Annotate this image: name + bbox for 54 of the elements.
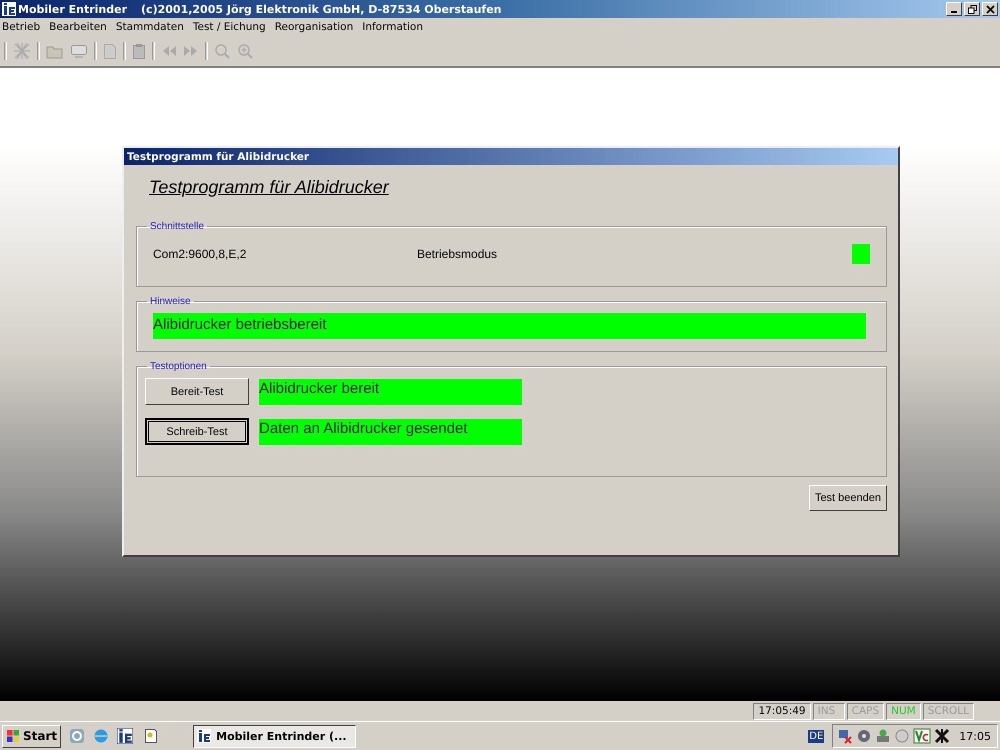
- close-button[interactable]: [982, 2, 998, 16]
- menu-item[interactable]: Information: [362, 21, 424, 33]
- hint-message: Alibidrucker betriebsbereit: [153, 313, 866, 339]
- app-logo-icon: [197, 729, 212, 743]
- restore-button[interactable]: [964, 2, 980, 16]
- disc-icon[interactable]: [856, 728, 872, 744]
- clipboard-icon[interactable]: [132, 42, 146, 60]
- app-logo-icon[interactable]: [117, 728, 134, 744]
- grid-icon[interactable]: [13, 42, 31, 60]
- rewind-icon[interactable]: [161, 44, 177, 58]
- menu-item[interactable]: Betrieb: [2, 21, 40, 33]
- close-icon: [986, 4, 994, 14]
- start-button[interactable]: Start: [2, 724, 62, 748]
- group-legend: Testoptionen: [147, 361, 210, 372]
- dialog-title: Testprogramm für Alibidrucker: [127, 150, 310, 162]
- window-title: Mobiler Entrinder: [18, 2, 128, 16]
- end-test-button[interactable]: Test beenden: [808, 485, 887, 511]
- key-indicator: SCROLL: [922, 702, 974, 720]
- globe-icon[interactable]: [93, 728, 110, 744]
- key-indicator: CAPS: [846, 702, 884, 720]
- vc-icon[interactable]: [913, 728, 932, 744]
- flag-icon: [6, 729, 20, 743]
- screen-icon[interactable]: [70, 43, 88, 59]
- mode-label: Betriebsmodus: [417, 247, 498, 261]
- fast-forward-icon[interactable]: [183, 44, 199, 58]
- test-button[interactable]: Bereit-Test: [145, 378, 249, 405]
- zoom-in-icon[interactable]: [237, 42, 254, 60]
- taskbar-clock: 17:05: [959, 730, 991, 742]
- menu-item[interactable]: Bearbeiten: [49, 21, 107, 33]
- crossed-icon[interactable]: [934, 728, 950, 744]
- menu-item[interactable]: Stammdaten: [116, 21, 184, 33]
- test-result: Daten an Alibidrucker gesendet: [259, 418, 522, 444]
- network-icon[interactable]: [837, 728, 854, 744]
- key-indicator: INS: [812, 702, 845, 720]
- dialog-heading: Testprogramm für Alibidrucker: [148, 177, 389, 198]
- test-button[interactable]: Schreib-Test: [145, 418, 249, 445]
- group-legend: Schnittstelle: [147, 221, 207, 232]
- restore-icon: [968, 4, 976, 14]
- menu-item[interactable]: Reorganisation: [274, 21, 354, 33]
- document-icon[interactable]: [103, 42, 117, 60]
- test-result: Alibidrucker bereit: [259, 378, 522, 404]
- language-indicator[interactable]: DE: [808, 730, 824, 742]
- key-document-icon[interactable]: [143, 728, 160, 744]
- minimize-button[interactable]: [946, 2, 962, 16]
- port-setting: Com2:9600,8,E,2: [153, 247, 248, 261]
- app-logo-icon: [2, 2, 16, 16]
- key-indicator: NUM: [886, 702, 921, 720]
- search-icon[interactable]: [214, 42, 231, 60]
- taskbar-task[interactable]: Mobiler Entrinder (...: [193, 724, 356, 748]
- menu-item[interactable]: Test / Eichung: [192, 21, 266, 33]
- status-time: 17:05:49: [753, 702, 811, 720]
- group-legend: Hinweise: [147, 296, 194, 307]
- device-icon[interactable]: [875, 728, 892, 744]
- window-subtitle: (c)2001,2005 Jörg Elektronik GmbH, D-87534 Oberstaufen: [141, 2, 502, 16]
